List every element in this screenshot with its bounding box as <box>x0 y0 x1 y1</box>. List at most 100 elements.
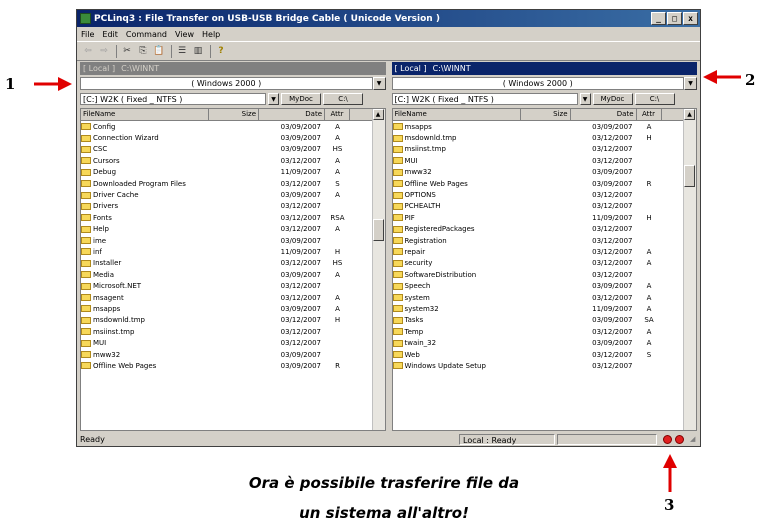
file-row[interactable]: Registration 03/12/2007 <box>392 235 684 246</box>
file-name-cell: twain_32 <box>392 339 521 347</box>
file-row[interactable]: twain_32 03/09/2007 A <box>392 337 684 348</box>
window-title: PCLinq3 : File Transfer on USB-USB Bridg… <box>94 13 440 24</box>
close-button[interactable]: x <box>683 12 698 25</box>
column-filename[interactable]: FileName <box>393 109 521 120</box>
file-row[interactable]: CSC 03/09/2007 HS <box>81 144 372 155</box>
file-row[interactable]: SoftwareDistribution 03/12/2007 <box>392 269 684 280</box>
file-name: msiinst.tmp <box>93 327 135 336</box>
scroll-thumb[interactable] <box>684 165 695 187</box>
app-icon <box>80 13 91 24</box>
list-view-icon[interactable]: ☰ <box>175 45 189 58</box>
column-size[interactable]: Size <box>209 109 259 120</box>
scroll-thumb[interactable] <box>372 219 384 241</box>
file-row[interactable]: msiinst.tmp 03/12/2007 <box>81 326 372 337</box>
column-filename[interactable]: FileName <box>81 109 209 120</box>
file-row[interactable]: Help 03/12/2007 A <box>81 224 372 235</box>
left-scrollbar[interactable]: ▲ <box>371 109 385 430</box>
chevron-down-icon[interactable]: ▼ <box>579 93 591 105</box>
menu-view[interactable]: View <box>175 30 194 39</box>
file-row[interactable]: Offline Web Pages 03/09/2007 R <box>392 178 684 189</box>
column-date[interactable]: Date <box>259 109 325 120</box>
file-row[interactable]: PIF 11/09/2007 H <box>392 212 684 223</box>
file-row[interactable]: Connection Wizard 03/09/2007 A <box>81 132 372 143</box>
file-row[interactable]: msdownld.tmp 03/12/2007 H <box>392 132 684 143</box>
file-row[interactable]: msdownld.tmp 03/12/2007 H <box>81 315 372 326</box>
file-date: 03/12/2007 <box>592 259 633 268</box>
right-root-button[interactable]: C:\ <box>634 93 675 105</box>
file-row[interactable]: Microsoft.NET 03/12/2007 <box>81 280 372 291</box>
copy-icon[interactable]: ⎘ <box>136 45 150 58</box>
file-row[interactable]: Debug 11/09/2007 A <box>81 167 372 178</box>
right-scrollbar[interactable]: ▲ <box>683 109 696 430</box>
left-drive-select[interactable]: [C:] W2K ( Fixed _ NTFS ) <box>80 93 266 105</box>
file-row[interactable]: Speech 03/09/2007 A <box>392 280 684 291</box>
resize-grip-icon[interactable]: ◢ <box>690 434 700 444</box>
file-row[interactable]: Web 03/12/2007 S <box>392 349 684 360</box>
minimize-button[interactable]: _ <box>651 12 666 25</box>
folder-icon <box>392 157 403 165</box>
scroll-up-icon[interactable]: ▲ <box>684 109 695 120</box>
file-row[interactable]: Config 03/09/2007 A <box>81 121 372 132</box>
menu-command[interactable]: Command <box>126 30 167 39</box>
file-row[interactable]: Cursors 03/12/2007 A <box>81 155 372 166</box>
file-name: MUI <box>93 339 107 348</box>
maximize-button[interactable]: □ <box>667 12 682 25</box>
file-row[interactable]: PCHEALTH 03/12/2007 <box>392 201 684 212</box>
left-root-button[interactable]: C:\ <box>323 93 363 105</box>
file-row[interactable]: Driver Cache 03/09/2007 A <box>81 189 372 200</box>
file-row[interactable]: msiinst.tmp 03/12/2007 <box>392 144 684 155</box>
file-row[interactable]: Temp 03/12/2007 A <box>392 326 684 337</box>
menu-file[interactable]: File <box>81 30 94 39</box>
file-row[interactable]: Offline Web Pages 03/09/2007 R <box>81 360 372 371</box>
left-path-bar[interactable]: [ Local ] C:\WINNT <box>80 62 386 75</box>
file-row[interactable]: repair 03/12/2007 A <box>392 246 684 257</box>
column-attr[interactable]: Attr <box>325 109 350 120</box>
file-row[interactable]: Downloaded Program Files 03/12/2007 S <box>81 178 372 189</box>
file-row[interactable]: Tasks 03/09/2007 SA <box>392 315 684 326</box>
file-row[interactable]: MUI 03/12/2007 <box>81 337 372 348</box>
scroll-up-icon[interactable]: ▲ <box>372 109 384 120</box>
chevron-down-icon[interactable]: ▼ <box>684 77 697 90</box>
left-mydoc-button[interactable]: MyDoc <box>281 93 321 105</box>
file-row[interactable]: RegisteredPackages 03/12/2007 <box>392 224 684 235</box>
paste-icon[interactable]: 📋 <box>152 45 166 58</box>
forward-icon[interactable]: ⇨ <box>97 45 111 58</box>
menu-help[interactable]: Help <box>202 30 220 39</box>
menu-edit[interactable]: Edit <box>102 30 118 39</box>
column-date[interactable]: Date <box>571 109 637 120</box>
details-view-icon[interactable]: ▥ <box>191 45 205 58</box>
menu-bar: File Edit Command View Help <box>77 27 700 41</box>
file-row[interactable]: Drivers 03/12/2007 <box>81 201 372 212</box>
file-row[interactable]: system32 11/09/2007 A <box>392 303 684 314</box>
column-attr[interactable]: Attr <box>637 109 662 120</box>
right-drive-select[interactable]: [C:] W2K ( Fixed _ NTFS ) <box>391 93 578 105</box>
back-icon[interactable]: ⇦ <box>81 45 95 58</box>
file-row[interactable]: Fonts 03/12/2007 RSA <box>81 212 372 223</box>
chevron-down-icon[interactable]: ▼ <box>268 93 279 105</box>
right-path-bar[interactable]: [ Local ] C:\WINNT <box>391 62 697 75</box>
file-row[interactable]: mww32 03/09/2007 <box>81 349 372 360</box>
file-row[interactable]: Media 03/09/2007 A <box>81 269 372 280</box>
cut-icon[interactable]: ✂ <box>120 45 134 58</box>
file-row[interactable]: Windows Update Setup 03/12/2007 <box>392 360 684 371</box>
file-row[interactable]: security 03/12/2007 A <box>392 258 684 269</box>
file-row[interactable]: ime 03/09/2007 <box>81 235 372 246</box>
left-os-select[interactable]: ( Windows 2000 ) <box>80 77 373 90</box>
file-name: mww32 <box>404 168 432 177</box>
right-mydoc-button[interactable]: MyDoc <box>592 93 633 105</box>
file-row[interactable]: OPTIONS 03/12/2007 <box>392 189 684 200</box>
file-attr: A <box>646 304 652 313</box>
file-row[interactable]: MUI 03/12/2007 <box>392 155 684 166</box>
file-name-cell: CSC <box>81 145 209 153</box>
file-row[interactable]: msapps 03/09/2007 A <box>81 303 372 314</box>
right-os-select[interactable]: ( Windows 2000 ) <box>391 77 684 90</box>
file-row[interactable]: system 03/12/2007 A <box>392 292 684 303</box>
file-row[interactable]: msagent 03/12/2007 A <box>81 292 372 303</box>
help-icon[interactable]: ? <box>214 45 228 58</box>
chevron-down-icon[interactable]: ▼ <box>372 77 386 90</box>
file-row[interactable]: msapps 03/09/2007 A <box>392 121 684 132</box>
file-row[interactable]: mww32 03/09/2007 <box>392 167 684 178</box>
file-row[interactable]: Installer 03/12/2007 HS <box>81 258 372 269</box>
column-size[interactable]: Size <box>521 109 571 120</box>
file-row[interactable]: inf 11/09/2007 H <box>81 246 372 257</box>
